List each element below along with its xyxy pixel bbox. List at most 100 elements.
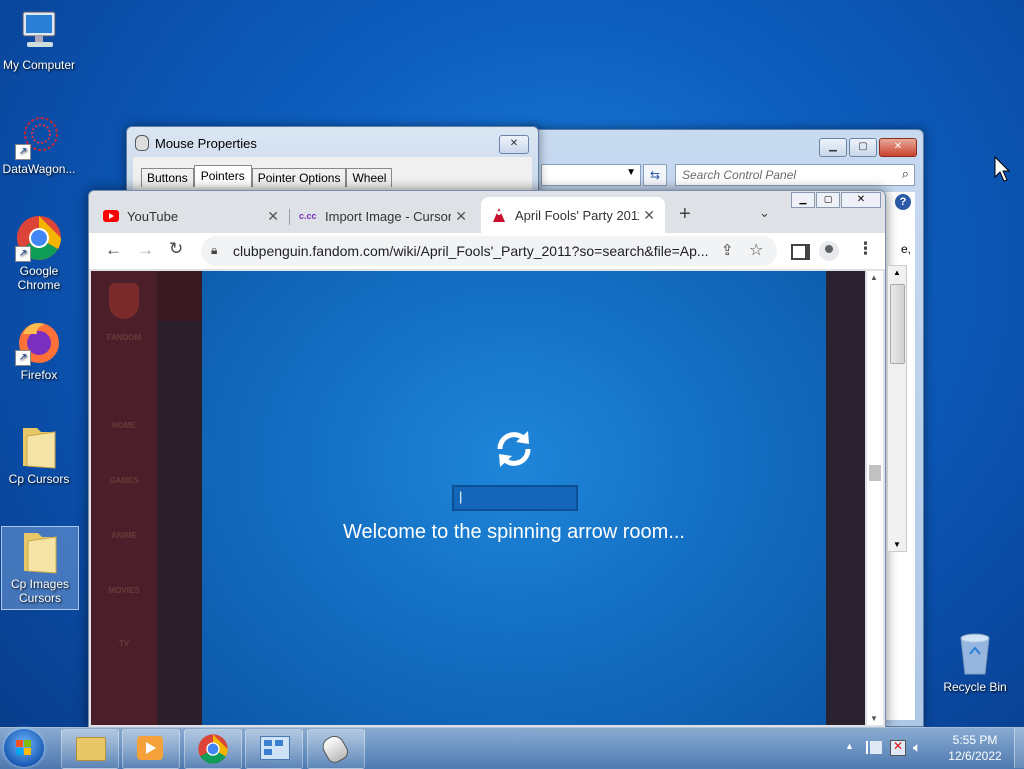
tab-title: Import Image - Cursor [325, 208, 453, 224]
welcome-message: Welcome to the spinning arrow room... [342, 521, 685, 543]
close-button[interactable]: ✕ [499, 135, 529, 154]
action-center-flag-icon[interactable] [866, 741, 882, 754]
forward-icon[interactable]: → [137, 240, 154, 260]
tab-buttons[interactable]: Buttons [141, 168, 194, 187]
club-penguin-icon [491, 207, 507, 223]
recycle-bin-icon [951, 630, 999, 678]
taskbar-control-panel[interactable] [245, 729, 303, 769]
scroll-down-arrow-icon[interactable]: ▼ [870, 714, 878, 723]
close-button[interactable]: ✕ [841, 192, 881, 208]
sidebar-label: FANDOM [106, 333, 142, 342]
taskbar-chrome[interactable] [184, 729, 242, 769]
maximize-button[interactable]: ▢ [816, 192, 840, 208]
folder-library-icon [76, 737, 106, 761]
refresh-button[interactable]: ⇆ [643, 164, 667, 186]
chrome-icon [197, 733, 229, 768]
search-placeholder: Search Control Panel [682, 168, 797, 182]
desktop-icon-recycle-bin[interactable]: Recycle Bin [937, 630, 1013, 694]
shortcut-arrow-icon: ↗ [15, 144, 31, 160]
toolbar: ← → ↻ 🔒︎ clubpenguin.fandom.com/wiki/Apr… [89, 233, 885, 269]
page-scrollbar[interactable]: ▲ ▼ [867, 271, 883, 725]
desktop-icon-firefox[interactable]: ↗ Firefox [1, 318, 77, 382]
tab-pointer-options[interactable]: Pointer Options [251, 168, 347, 187]
volume-icon[interactable]: 🔈︎ [913, 739, 921, 756]
chrome-window: YouTube ✕ c.cc Import Image - Cursor ✕ A… [88, 190, 886, 728]
bookmark-star-icon[interactable]: ☆ [749, 240, 763, 260]
fandom-sidebar: FANDOM HOME GAMES ANIME MOVIES TV [91, 271, 157, 725]
close-tab-icon[interactable]: ✕ [267, 208, 279, 225]
window-title: Mouse Properties [155, 136, 257, 151]
dropdown-arrow-icon[interactable]: ▼ [626, 167, 636, 178]
minimize-button[interactable]: ▁ [819, 138, 847, 157]
control-panel-scrollbar[interactable]: ▲ ▼ [887, 265, 907, 552]
side-panel-icon[interactable] [791, 244, 810, 260]
chat-input[interactable]: | [452, 485, 578, 511]
scroll-thumb[interactable] [890, 284, 905, 364]
lock-icon[interactable]: 🔒︎ [211, 243, 217, 258]
reload-icon[interactable]: ↻ [169, 239, 183, 259]
tab-title: YouTube [127, 208, 179, 224]
close-button[interactable]: ✕ [879, 138, 917, 157]
show-desktop-button[interactable] [1014, 728, 1024, 768]
control-panel-icon [260, 736, 290, 760]
desktop-icon-label: Cp Images Cursors [10, 577, 70, 605]
desktop-icon-label: Firefox [20, 368, 58, 382]
tab-pointers[interactable]: Pointers [193, 165, 252, 187]
close-tab-icon[interactable]: ✕ [639, 206, 655, 224]
shortcut-arrow-icon: ↗ [15, 246, 31, 262]
menu-icon[interactable]: ⋮ [857, 239, 874, 259]
scroll-thumb[interactable] [869, 465, 881, 481]
chat-input-value: | [459, 489, 463, 504]
desktop-icon-label: Recycle Bin [943, 680, 1007, 694]
fandom-right-dim [826, 271, 865, 725]
taskbar-media-player[interactable] [122, 729, 180, 769]
youtube-icon [103, 210, 119, 222]
tab-wheel[interactable]: Wheel [346, 168, 393, 187]
new-tab-button[interactable]: + [679, 203, 691, 226]
sidebar-label: TV [118, 639, 130, 648]
tab-search-button[interactable]: ⌄ [759, 205, 770, 221]
url-text: clubpenguin.fandom.com/wiki/April_Fools'… [233, 243, 709, 259]
page-viewport: FANDOM HOME GAMES ANIME MOVIES TV | Welc… [91, 271, 865, 725]
maximize-button[interactable]: ▢ [849, 138, 877, 157]
mouse-cursor-icon [994, 155, 1011, 185]
shortcut-arrow-icon: ↗ [15, 350, 31, 366]
minimize-button[interactable]: ▁ [791, 192, 815, 208]
firefox-icon: ↗ [15, 318, 63, 366]
desktop-icon-my-computer[interactable]: My Computer [1, 8, 77, 72]
desktop-icon-label: Google Chrome [17, 264, 61, 292]
show-hidden-icons-icon[interactable]: ▲ [845, 741, 854, 751]
start-button[interactable] [4, 729, 44, 767]
tab-import-image[interactable]: c.cc Import Image - Cursor ✕ [299, 199, 477, 233]
back-icon[interactable]: ← [105, 240, 122, 260]
help-icon[interactable]: ? [895, 194, 911, 210]
omnibox[interactable]: 🔒︎ clubpenguin.fandom.com/wiki/April_Foo… [201, 236, 777, 266]
mouse-icon [318, 732, 352, 766]
partial-text: e, [901, 242, 912, 256]
tab-april-fools-party[interactable]: April Fools' Party 2011 ✕ [481, 197, 665, 233]
search-control-panel[interactable]: Search Control Panel ⌕ [675, 164, 915, 186]
scroll-up-arrow-icon[interactable]: ▲ [893, 268, 901, 277]
clock[interactable]: 5:55 PM 12/6/2022 [940, 732, 1010, 764]
desktop-icon-cp-cursors[interactable]: Cp Cursors [1, 422, 77, 486]
tab-youtube[interactable]: YouTube ✕ [103, 199, 289, 233]
share-icon[interactable]: ⇪ [717, 241, 734, 259]
desktop-icon-google-chrome[interactable]: ↗ Google Chrome [1, 214, 77, 292]
desktop-icon-label: My Computer [2, 58, 76, 72]
spinning-arrow-room-image: | Welcome to the spinning arrow room... [202, 271, 826, 725]
taskbar-explorer[interactable] [61, 729, 119, 769]
desktop-icon-datawagon[interactable]: ↗ DataWagon... [1, 112, 77, 176]
desktop-icon-label: Cp Cursors [8, 472, 70, 486]
desktop-icon-label: DataWagon... [2, 162, 76, 176]
scroll-up-arrow-icon[interactable]: ▲ [870, 273, 878, 282]
sidebar-label: ANIME [111, 531, 137, 540]
desktop-icon-cp-images-cursors[interactable]: Cp Images Cursors [1, 526, 79, 610]
network-icon[interactable]: ✕ [890, 739, 906, 756]
sidebar-label: HOME [112, 421, 136, 430]
tab-divider [289, 209, 290, 225]
close-tab-icon[interactable]: ✕ [451, 207, 467, 225]
scroll-down-arrow-icon[interactable]: ▼ [893, 540, 901, 549]
profile-icon[interactable] [819, 241, 839, 261]
taskbar-mouse-properties[interactable] [307, 729, 365, 769]
address-bar[interactable]: ▼ [541, 164, 641, 186]
